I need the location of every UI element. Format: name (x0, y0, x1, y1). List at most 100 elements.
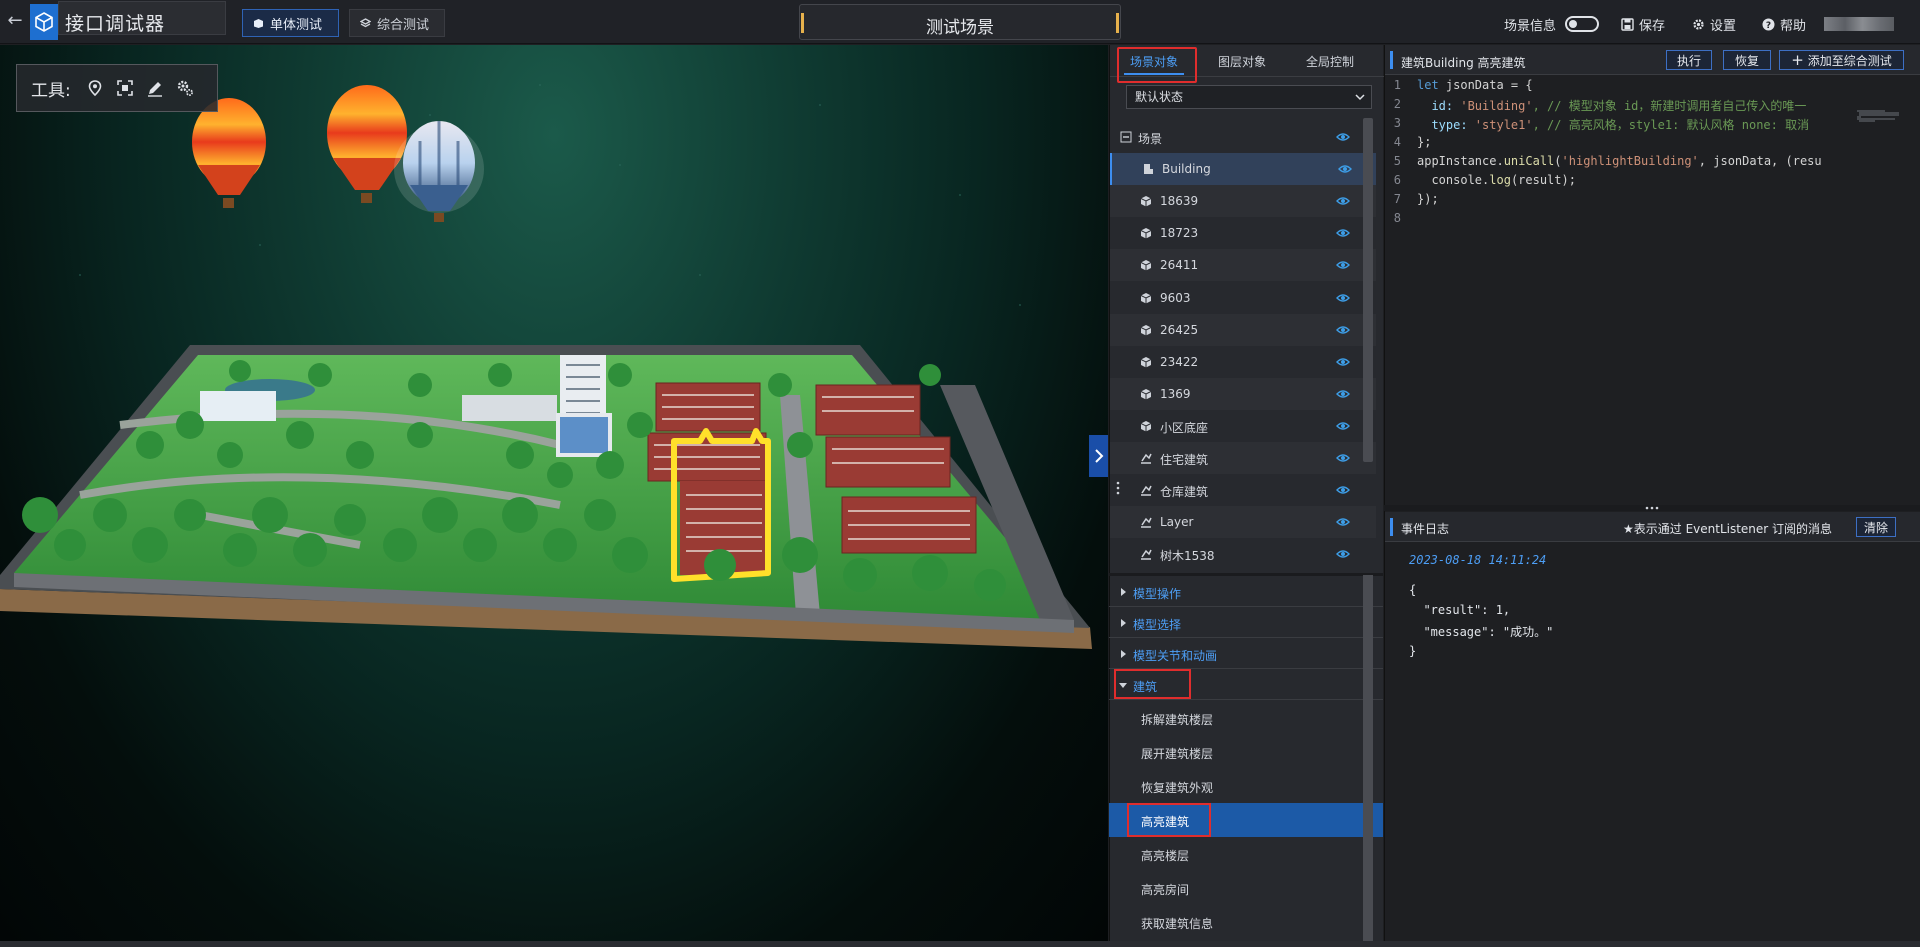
tree-label: 9603 (1160, 290, 1191, 305)
category-building[interactable]: 建筑 (1109, 670, 1383, 700)
line-number: 1 (1393, 78, 1401, 92)
tree-item[interactable]: Building (1110, 153, 1376, 186)
code-token: appInstance. (1417, 154, 1504, 168)
eye-icon[interactable] (1336, 132, 1350, 142)
tree-label: 场景 (1138, 132, 1163, 146)
eye-icon[interactable] (1336, 196, 1350, 206)
clear-log-button[interactable]: 清除 (1856, 517, 1896, 537)
eye-icon[interactable] (1336, 357, 1350, 367)
tree-item[interactable]: 26425 (1110, 313, 1376, 346)
app-logo (30, 4, 58, 40)
settings-gears-icon[interactable] (175, 78, 195, 98)
hot-air-balloon-right (394, 121, 484, 222)
code-token: 'Building' (1460, 99, 1533, 113)
location-pin-icon[interactable] (85, 78, 105, 98)
tree-item[interactable]: 26411 (1110, 249, 1376, 282)
restore-button[interactable]: 恢复 (1723, 50, 1771, 70)
eye-icon[interactable] (1336, 421, 1350, 431)
state-select[interactable]: 默认状态 (1126, 85, 1372, 109)
event-log-header: 事件日志 ★表示通过 EventListener 订阅的消息 清除 (1385, 512, 1920, 542)
white-hall (200, 391, 276, 421)
tree-item[interactable]: 18723 (1110, 217, 1376, 249)
eye-icon[interactable] (1338, 164, 1352, 174)
back-arrow-icon[interactable]: ← (4, 10, 26, 32)
eye-icon[interactable] (1336, 260, 1350, 270)
combined-test-button[interactable]: 综合测试 (349, 9, 445, 37)
pencil-icon[interactable] (145, 78, 165, 98)
log-timestamp: 2023-08-18 14:11:24 (1409, 553, 1547, 567)
code-token: (result); (1510, 173, 1576, 187)
vertical-splitter-handle[interactable] (1115, 480, 1121, 496)
tools-label: 工具: (31, 80, 71, 101)
tab-layer-objects[interactable]: 图层对象 (1198, 45, 1286, 77)
api-restore-building[interactable]: 恢复建筑外观 (1109, 769, 1383, 803)
status-strip (0, 941, 1920, 947)
api-get-building-info[interactable]: 获取建筑信息 (1109, 905, 1383, 939)
object-group-icon (1141, 517, 1152, 528)
help-icon: ? (1762, 18, 1775, 31)
toggle-switch[interactable] (1565, 16, 1600, 32)
eye-icon[interactable] (1336, 453, 1350, 463)
tree-item[interactable]: 树木1538 (1110, 538, 1376, 570)
api-highlight-floor[interactable]: 高亮楼层 (1109, 837, 1383, 871)
tree-scrollbar[interactable] (1363, 118, 1373, 462)
api-scrollbar[interactable] (1363, 575, 1373, 941)
category-model-selection[interactable]: 模型选择 (1109, 608, 1383, 638)
code-minimap[interactable] (1855, 110, 1905, 122)
tree-item[interactable]: 住宅建筑 (1110, 442, 1376, 474)
code-editor[interactable]: 1 let jsonData = { 2 id: 'Building', // 模… (1385, 76, 1920, 530)
tree-root-scene[interactable]: 场景 (1110, 121, 1376, 153)
expand-panel-button[interactable] (1089, 435, 1108, 477)
add-to-combined-test-button[interactable]: + 添加至综合测试 (1779, 50, 1904, 70)
eye-icon[interactable] (1336, 389, 1350, 399)
panel-divider[interactable] (1109, 573, 1383, 576)
tree-item[interactable]: 9603 (1110, 282, 1376, 314)
caret-right-icon (1121, 619, 1126, 627)
api-expand-building-floors[interactable]: 展开建筑楼层 (1109, 735, 1383, 769)
api-label: 展开建筑楼层 (1141, 747, 1214, 761)
help-button[interactable]: ? 帮助 (1762, 15, 1806, 34)
cube-icon (1140, 324, 1152, 336)
tree-item[interactable]: 仓库建筑 (1110, 474, 1376, 506)
scene-3d-viewport[interactable]: 工具: (0, 45, 1108, 941)
eye-icon[interactable] (1336, 293, 1350, 303)
tree-item[interactable]: 小区底座 (1110, 410, 1376, 442)
add-to-combined-label: 添加至综合测试 (1807, 53, 1892, 68)
log-json-line: "result": 1, (1409, 603, 1511, 617)
save-button[interactable]: 保存 (1621, 15, 1665, 34)
eye-icon[interactable] (1336, 228, 1350, 238)
tab-global-control[interactable]: 全局控制 (1286, 45, 1374, 77)
horizontal-splitter-handle[interactable] (1644, 505, 1660, 511)
scene-tree: 场景 Building 18639 18723 26411 9603 26425 23422 1… (1110, 121, 1376, 571)
tab-scene-objects[interactable]: 场景对象 (1110, 45, 1198, 77)
collapse-box-icon[interactable] (1120, 131, 1132, 143)
tree-item[interactable]: 18639 (1110, 185, 1376, 218)
code-token: log (1489, 173, 1511, 187)
eye-icon[interactable] (1336, 517, 1350, 527)
code-token: jsonData = { (1438, 78, 1533, 92)
cube-logo-icon (35, 12, 53, 32)
scene-render (0, 84, 1092, 649)
tree-item[interactable]: 1369 (1110, 377, 1376, 410)
line-number: 5 (1393, 154, 1401, 168)
app-title: 接口调试器 (65, 13, 166, 35)
eye-icon[interactable] (1336, 485, 1350, 495)
settings-button[interactable]: 设置 (1692, 15, 1736, 34)
tree-item[interactable]: 23422 (1110, 346, 1376, 378)
white-block (462, 395, 557, 421)
scene-info-toggle[interactable]: 场景信息 (1504, 15, 1600, 34)
api-split-building-floors[interactable]: 拆解建筑楼层 (1109, 701, 1383, 735)
object-group-icon (1141, 485, 1152, 496)
eye-icon[interactable] (1336, 549, 1350, 559)
scene-title: 测试场景 (926, 18, 994, 38)
eye-icon[interactable] (1336, 325, 1350, 335)
category-model-joints-animation[interactable]: 模型关节和动画 (1109, 639, 1383, 669)
category-model-operations[interactable]: 模型操作 (1109, 577, 1383, 607)
run-button[interactable]: 执行 (1666, 50, 1712, 70)
single-test-button[interactable]: 单体测试 (242, 9, 339, 37)
api-highlight-room[interactable]: 高亮房间 (1109, 871, 1383, 905)
tree-item[interactable]: Layer (1110, 506, 1376, 539)
top-bar: ← 接口调试器 单体测试 综合测试 测试场景 场景信息 保存 设置 ? 帮助 (0, 0, 1920, 44)
api-highlight-building[interactable]: 高亮建筑 (1109, 803, 1383, 837)
frame-capture-icon[interactable] (115, 78, 135, 98)
